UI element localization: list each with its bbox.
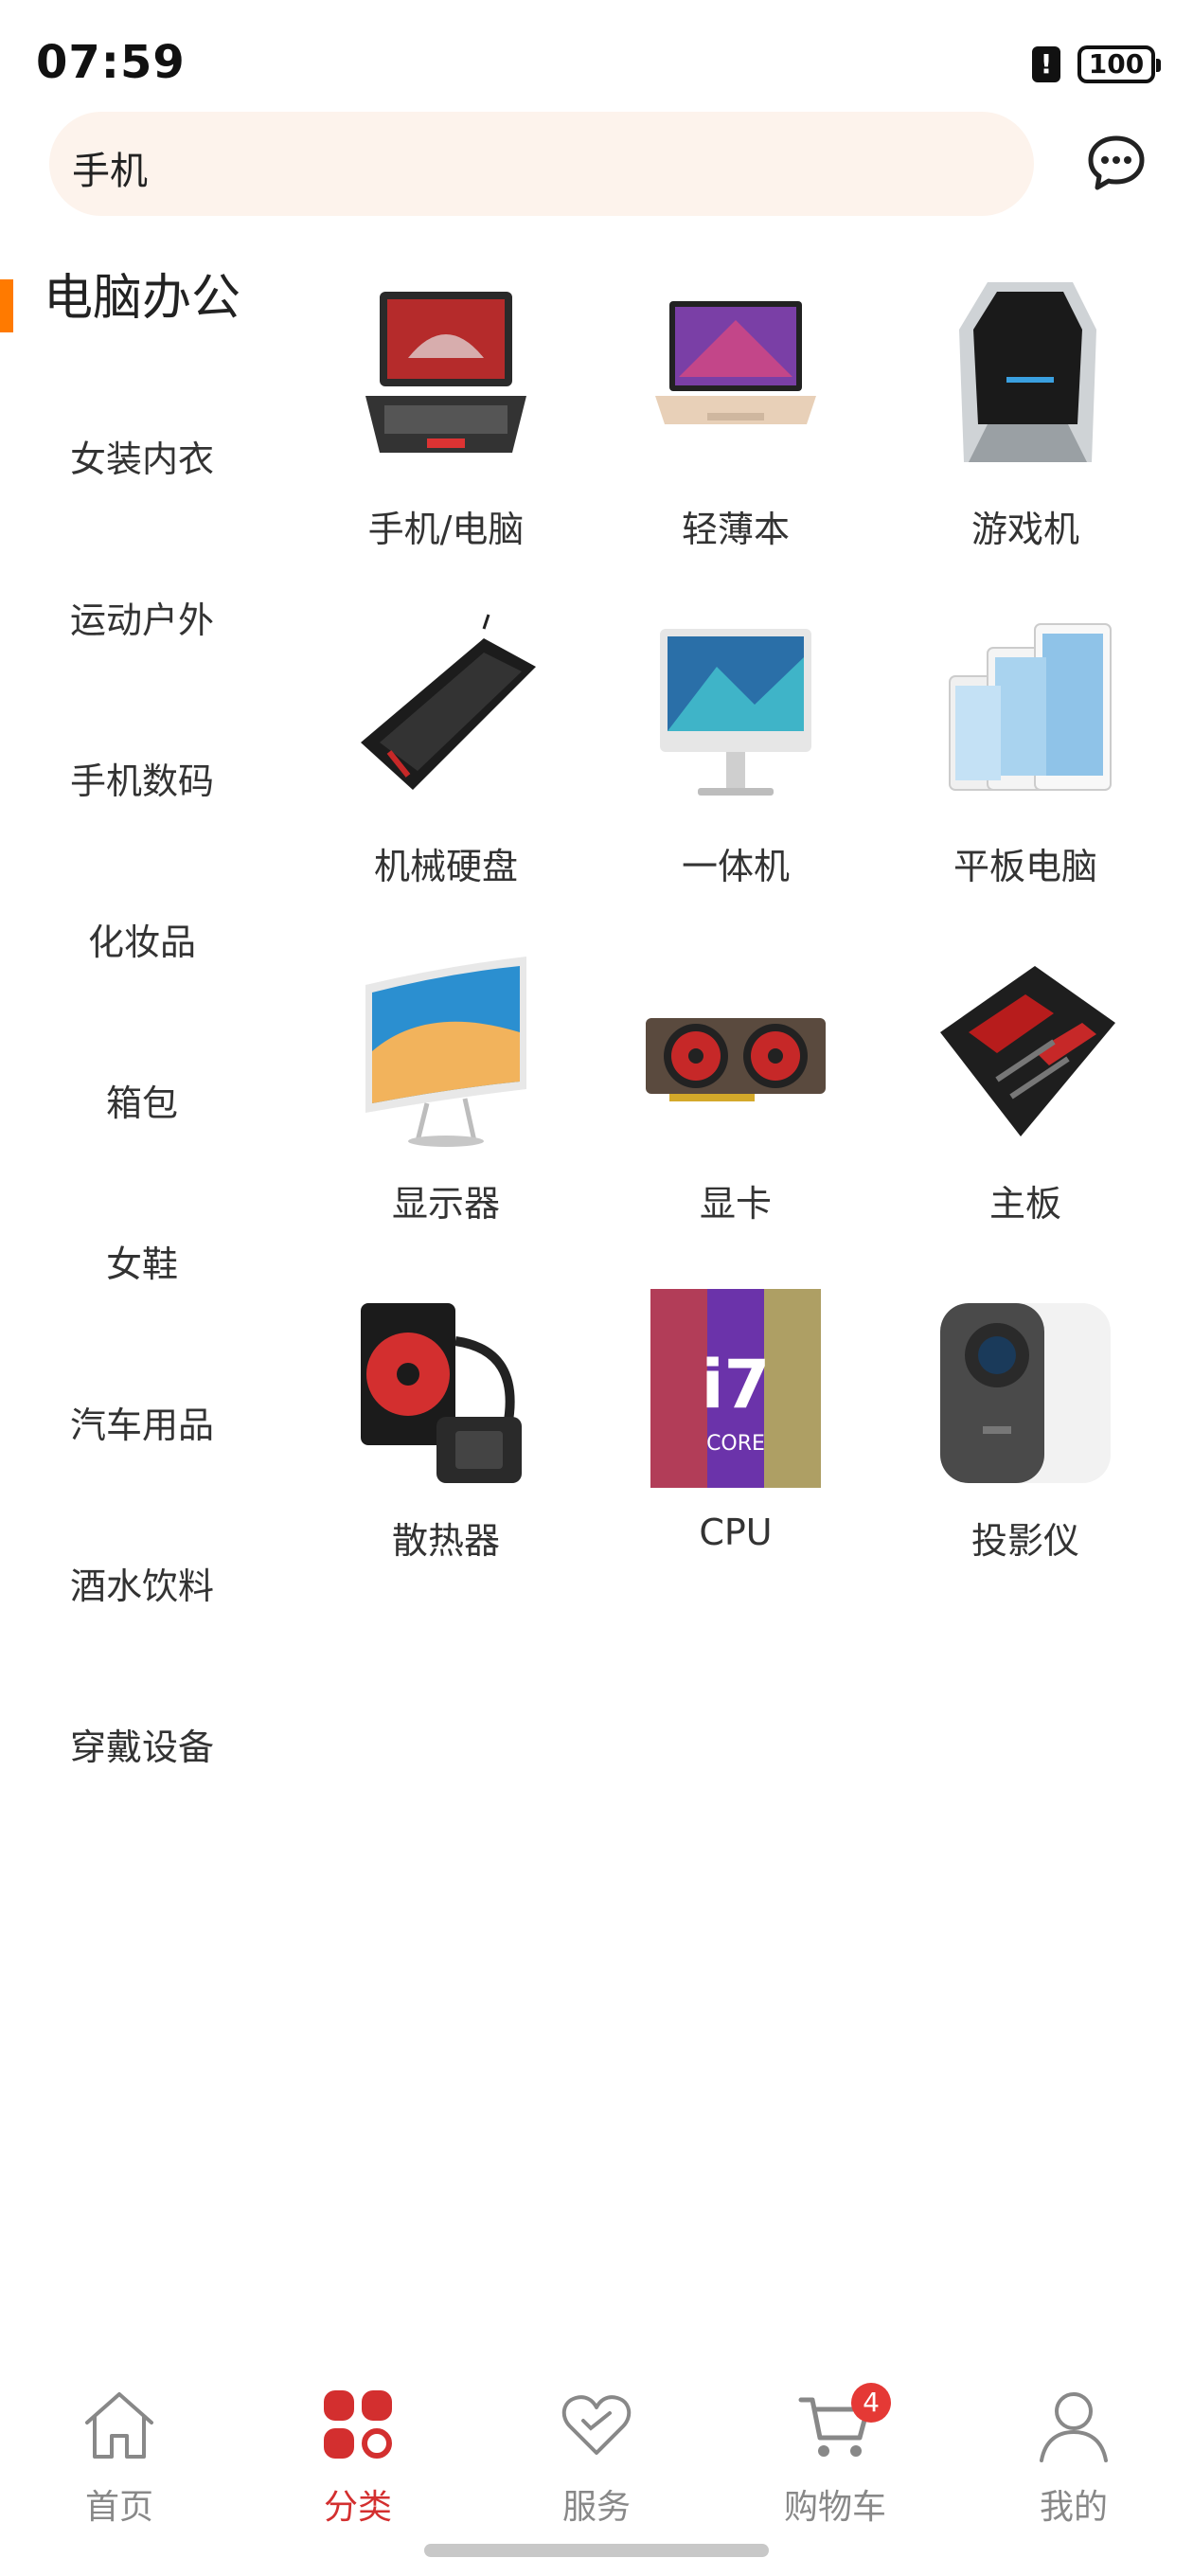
screen: 07:59 ! 100 手机 电脑办公 女装内衣 运动户外 手机数码 化妆品 箱… bbox=[0, 0, 1193, 2576]
tablet-image bbox=[949, 623, 1112, 791]
product-label: CPU bbox=[699, 1512, 773, 1553]
nav-label: 分类 bbox=[323, 2488, 392, 2527]
product-tile-keyboard[interactable]: 机械硬盘 bbox=[301, 602, 591, 924]
category-label: 女装内衣 bbox=[69, 438, 214, 480]
product-tile-laptop[interactable]: 手机/电脑 bbox=[301, 265, 591, 587]
category-label: 化妆品 bbox=[87, 921, 196, 963]
search-input[interactable]: 手机 bbox=[72, 140, 148, 195]
status-time: 07:59 bbox=[36, 36, 186, 89]
product-label: 平板电脑 bbox=[953, 846, 1097, 887]
product-tile-tablet[interactable]: 平板电脑 bbox=[881, 602, 1170, 924]
category-item-phones[interactable]: 手机数码 bbox=[0, 739, 284, 824]
category-label: 运动户外 bbox=[69, 599, 214, 641]
category-item-bags[interactable]: 箱包 bbox=[0, 1061, 284, 1146]
nav-label: 服务 bbox=[561, 2488, 631, 2527]
active-marker bbox=[0, 279, 13, 332]
product-label: 投影仪 bbox=[970, 1520, 1079, 1562]
category-label: 手机数码 bbox=[69, 760, 214, 802]
category-label: 穿戴设备 bbox=[69, 1726, 214, 1768]
monitor-image bbox=[365, 957, 526, 1147]
category-label: 汽车用品 bbox=[69, 1404, 214, 1446]
product-label: 散热器 bbox=[391, 1520, 500, 1562]
ultrabook-image bbox=[655, 301, 816, 424]
nav-item-service[interactable]: 服务 bbox=[477, 2358, 716, 2529]
category-item-womens-shoes[interactable]: 女鞋 bbox=[0, 1222, 284, 1307]
product-tile-gaming-pc[interactable]: 游戏机 bbox=[881, 265, 1170, 587]
bottom-nav: 首页 分类 服务 4 购物车 我的 bbox=[0, 2358, 1193, 2548]
product-tile-ultrabook[interactable]: 轻薄本 bbox=[591, 265, 881, 587]
product-tile-projector[interactable]: 投影仪 bbox=[881, 1277, 1170, 1599]
product-tile-monitor[interactable]: 显示器 bbox=[301, 939, 591, 1261]
home-indicator[interactable] bbox=[424, 2544, 769, 2557]
product-label: 手机/电脑 bbox=[367, 509, 525, 550]
product-tile-graphics-card[interactable]: 显卡 bbox=[591, 939, 881, 1261]
category-item-womens-wear[interactable]: 女装内衣 bbox=[0, 417, 284, 502]
svg-text:i7: i7 bbox=[702, 1346, 771, 1423]
home-icon bbox=[85, 2392, 153, 2459]
category-item-drinks[interactable]: 酒水饮料 bbox=[0, 1544, 284, 1629]
product-tile-all-in-one[interactable]: 一体机 bbox=[591, 602, 881, 924]
status-bar: 07:59 ! 100 bbox=[0, 0, 1193, 109]
graphics-card-image bbox=[646, 1018, 826, 1101]
product-label: 轻薄本 bbox=[681, 509, 790, 550]
status-icons: ! 100 bbox=[1032, 45, 1161, 83]
projector-image bbox=[940, 1303, 1111, 1483]
svg-text:CORE: CORE bbox=[706, 1432, 765, 1456]
nav-label: 我的 bbox=[1039, 2488, 1108, 2527]
nav-item-cart[interactable]: 4 购物车 bbox=[716, 2358, 954, 2529]
category-label: 电脑办公 bbox=[43, 270, 240, 327]
keyboard-image bbox=[361, 614, 536, 790]
product-label: 一体机 bbox=[681, 846, 790, 887]
product-label: 游戏机 bbox=[970, 509, 1079, 550]
category-label: 箱包 bbox=[105, 1082, 178, 1124]
product-label: 机械硬盘 bbox=[373, 846, 518, 887]
product-tile-motherboard[interactable]: 主板 bbox=[881, 939, 1170, 1261]
battery-icon: 100 bbox=[1077, 45, 1161, 83]
category-item-computer-office[interactable]: 电脑办公 bbox=[0, 256, 284, 341]
category-item-sports[interactable]: 运动户外 bbox=[0, 578, 284, 663]
nav-label: 首页 bbox=[84, 2488, 153, 2527]
nav-item-home[interactable]: 首页 bbox=[0, 2358, 239, 2529]
nav-label: 购物车 bbox=[783, 2488, 886, 2527]
all-in-one-image bbox=[660, 629, 811, 796]
cpu-image: i7 CORE bbox=[650, 1289, 821, 1488]
category-label: 女鞋 bbox=[105, 1243, 178, 1285]
laptop-image bbox=[365, 292, 526, 453]
category-item-auto[interactable]: 汽车用品 bbox=[0, 1383, 284, 1468]
category-item-wearables[interactable]: 穿戴设备 bbox=[0, 1705, 284, 1790]
cooler-image bbox=[361, 1303, 522, 1483]
product-label: 主板 bbox=[988, 1183, 1061, 1225]
product-label: 显示器 bbox=[391, 1183, 500, 1225]
heart-icon bbox=[561, 2395, 632, 2455]
product-tile-cpu[interactable]: i7 CORE CPU bbox=[591, 1277, 881, 1599]
cart-badge: 4 bbox=[851, 2383, 891, 2423]
message-icon[interactable] bbox=[1085, 133, 1148, 195]
product-label: 显卡 bbox=[699, 1183, 772, 1225]
category-label: 酒水饮料 bbox=[69, 1565, 214, 1607]
category-item-cosmetics[interactable]: 化妆品 bbox=[0, 900, 284, 985]
alert-icon: ! bbox=[1032, 46, 1060, 82]
gaming-pc-image bbox=[959, 282, 1096, 462]
nav-item-profile[interactable]: 我的 bbox=[954, 2358, 1193, 2529]
search-bar[interactable]: 手机 bbox=[49, 112, 1034, 216]
motherboard-image bbox=[940, 966, 1115, 1136]
category-icon bbox=[324, 2390, 392, 2459]
nav-item-category[interactable]: 分类 bbox=[239, 2358, 477, 2529]
profile-icon bbox=[1040, 2392, 1108, 2462]
product-tile-cooler[interactable]: 散热器 bbox=[301, 1277, 591, 1599]
